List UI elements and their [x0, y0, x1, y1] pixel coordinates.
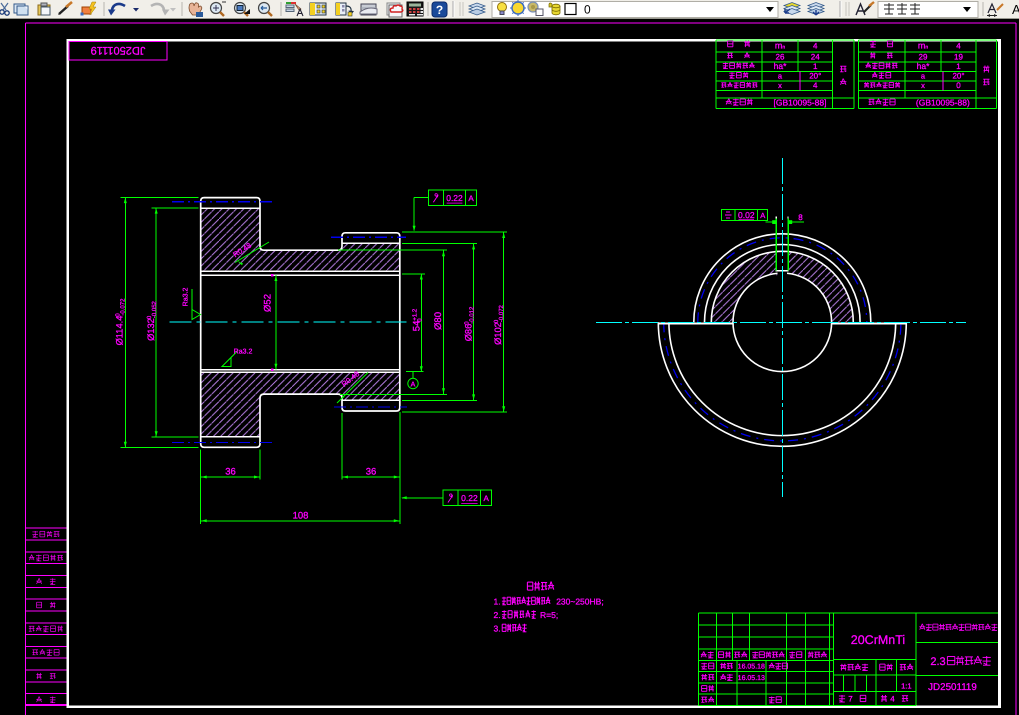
svg-text:ha*: ha* [774, 61, 787, 71]
svg-text:A: A [483, 494, 489, 503]
svg-text:20CrMnTi: 20CrMnTi [851, 633, 905, 647]
svg-text:JD2501119: JD2501119 [928, 682, 977, 693]
svg-text:A: A [468, 194, 474, 203]
svg-text:ha*: ha* [917, 61, 930, 71]
svg-text:4: 4 [956, 42, 961, 51]
svg-text:R=5;: R=5; [540, 610, 558, 620]
svg-text:108: 108 [293, 510, 309, 521]
svg-text:0.02: 0.02 [738, 210, 755, 220]
svg-text:[GB10095-88]: [GB10095-88] [774, 98, 827, 108]
svg-text:(GB10095-88): (GB10095-88) [916, 98, 970, 108]
svg-text:0.22: 0.22 [461, 493, 478, 503]
svg-text:36: 36 [366, 467, 377, 478]
svg-text:mn: mn [918, 41, 929, 51]
svg-text:a: a [921, 72, 926, 81]
svg-text:A: A [760, 211, 765, 220]
svg-text:16.05.18: 16.05.18 [738, 664, 765, 671]
svg-text:4: 4 [813, 42, 818, 51]
svg-text:0: 0 [956, 81, 961, 90]
svg-text:Ra3.2: Ra3.2 [183, 288, 190, 307]
svg-text:19: 19 [954, 53, 963, 62]
svg-text:Ø114.4-0.0720: Ø114.4-0.0720 [115, 298, 127, 345]
svg-text:A: A [411, 382, 416, 389]
svg-text:7: 7 [848, 695, 853, 704]
svg-text:Ra3.2: Ra3.2 [234, 349, 253, 356]
svg-text:8: 8 [798, 213, 803, 222]
svg-text:JD2501119: JD2501119 [91, 44, 146, 56]
svg-text:2.: 2. [494, 610, 501, 620]
svg-text:0.22: 0.22 [446, 193, 463, 203]
svg-text:24: 24 [811, 53, 820, 62]
svg-text:x: x [921, 81, 925, 90]
svg-text:1: 1 [813, 62, 818, 71]
svg-text:Ø80: Ø80 [433, 312, 444, 330]
svg-text:1: 1 [956, 62, 961, 71]
svg-text:4: 4 [890, 695, 895, 704]
svg-text:4: 4 [813, 81, 818, 90]
svg-text:230~250HB;: 230~250HB; [556, 597, 604, 607]
svg-text:36: 36 [225, 467, 236, 478]
svg-text:2.3: 2.3 [930, 656, 945, 668]
svg-text:Ø52: Ø52 [263, 294, 274, 312]
svg-text:20°: 20° [952, 72, 964, 81]
svg-text:a: a [778, 72, 783, 81]
svg-text:1:1: 1:1 [901, 681, 911, 690]
svg-text:mn: mn [775, 41, 786, 51]
svg-text:16.05.13: 16.05.13 [738, 675, 765, 682]
svg-text:3.: 3. [494, 624, 501, 634]
svg-text:20°: 20° [809, 72, 821, 81]
svg-text:x: x [778, 81, 782, 90]
svg-text:1.: 1. [494, 597, 501, 607]
